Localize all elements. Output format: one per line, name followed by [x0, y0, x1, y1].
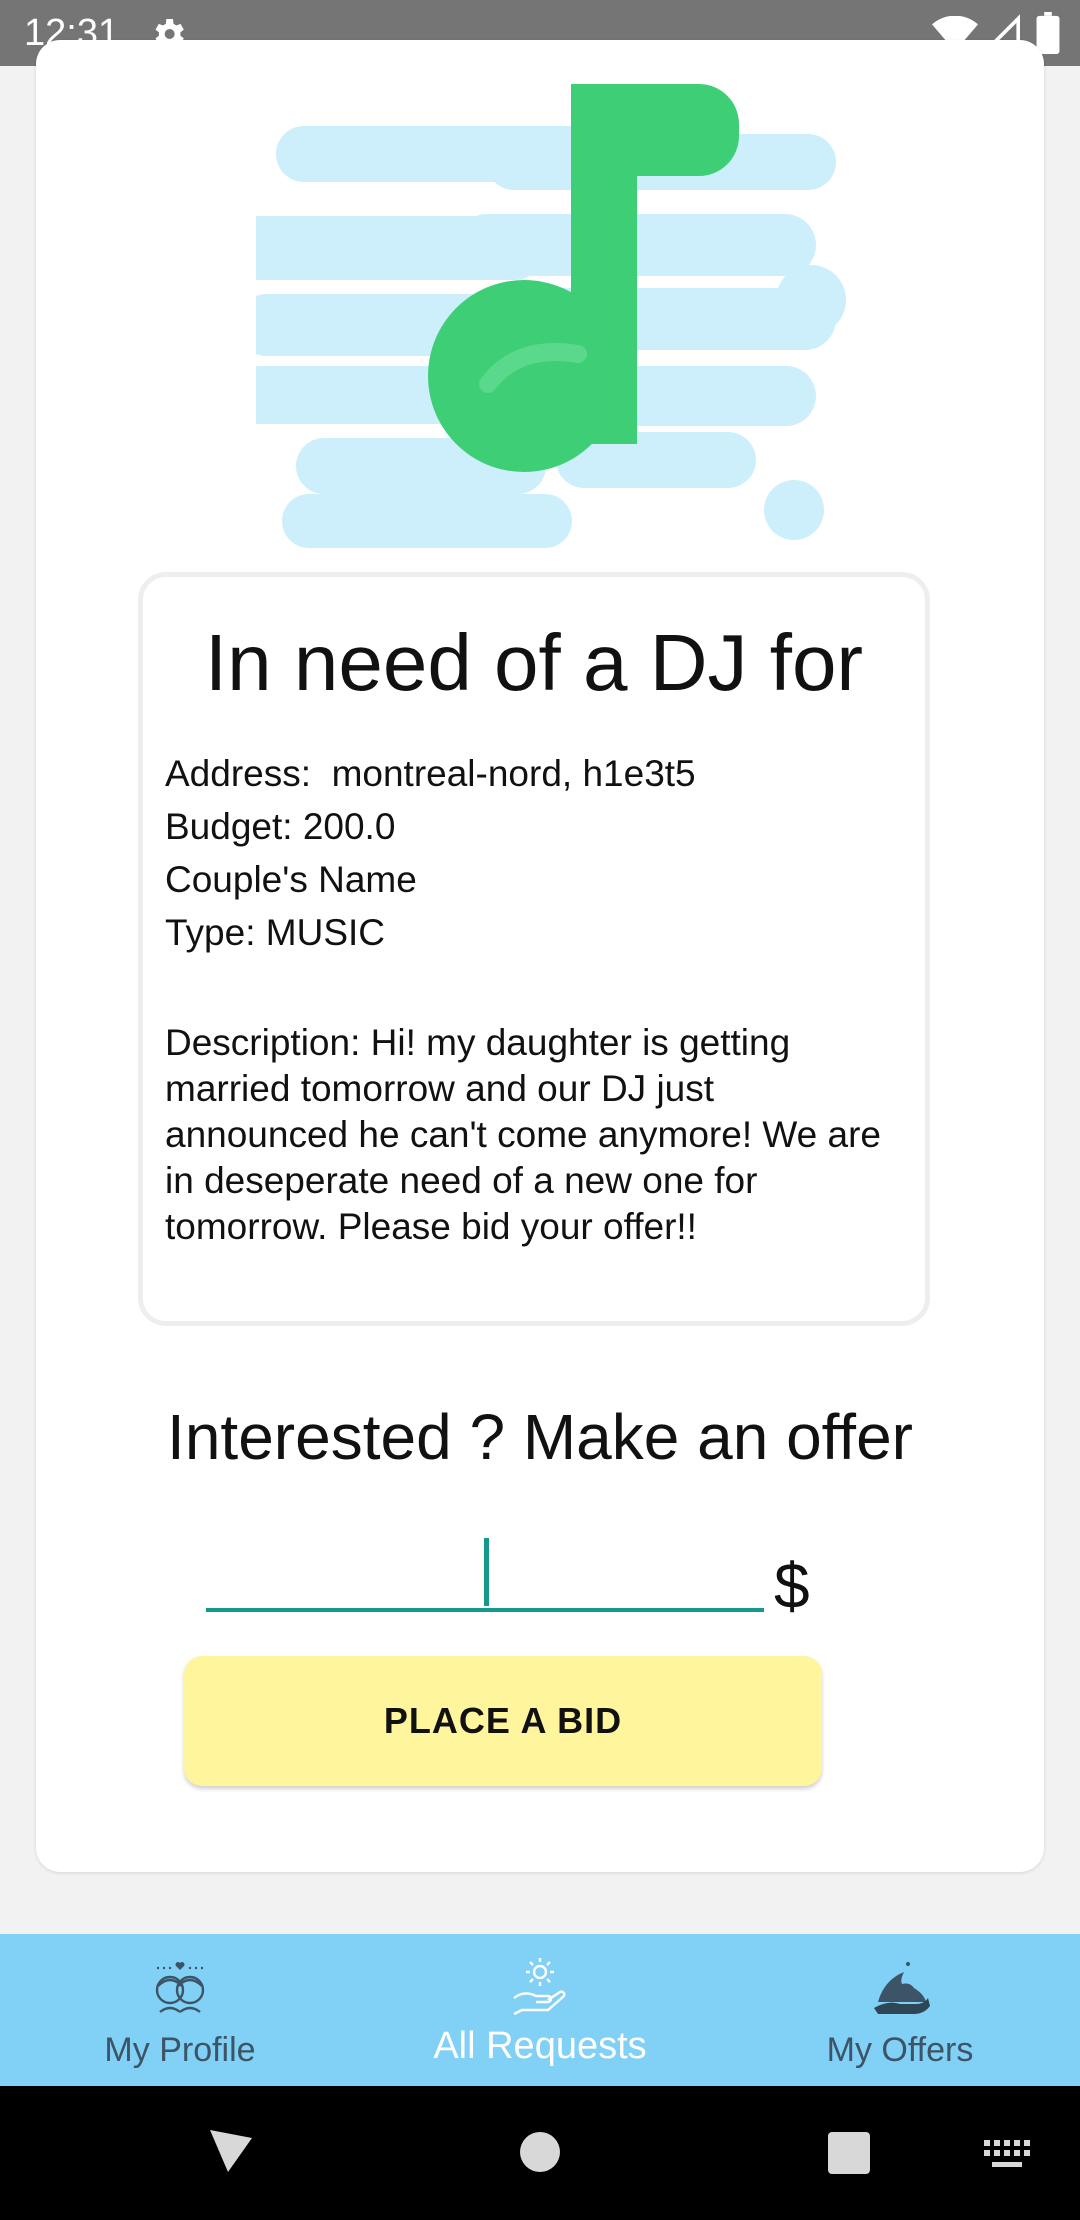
couple-icon: [155, 1962, 205, 2013]
offer-heading: Interested ? Make an offer: [167, 1401, 913, 1473]
nav-all-requests[interactable]: All Requests: [360, 1934, 720, 2086]
description-text: Description: Hi! my daughter is getting …: [165, 1022, 881, 1247]
recents-icon[interactable]: [828, 2132, 870, 2174]
place-bid-button[interactable]: PLACE A BID: [184, 1656, 822, 1786]
budget-text: Budget: 200.0: [165, 806, 396, 847]
nav-my-offers-label: My Offers: [826, 2031, 974, 2069]
hand-gear-icon: [513, 1958, 566, 2016]
keyboard-icon[interactable]: [984, 2140, 1030, 2170]
bottom-navigation: My Profile All Requests My Offers: [0, 1934, 1080, 2086]
request-details: In need of a DJ for Address: montreal-no…: [138, 572, 930, 1326]
home-icon[interactable]: [520, 2132, 560, 2172]
address-text: Address: montreal-nord, h1e3t5: [165, 753, 696, 794]
music-note-illustration: [256, 84, 846, 548]
nav-my-offers[interactable]: My Offers: [720, 1934, 1080, 2086]
nav-my-profile-label: My Profile: [104, 2031, 256, 2069]
request-info: Address: montreal-nord, h1e3t5 Budget: 2…: [165, 747, 696, 959]
request-title: In need of a DJ for: [204, 618, 864, 707]
couple-name-text: Couple's Name: [165, 859, 417, 900]
type-text: Type: MUSIC: [165, 912, 385, 953]
system-navigation-bar: [0, 2086, 1080, 2220]
battery-icon: [1036, 12, 1060, 54]
nav-all-requests-label: All Requests: [433, 2025, 647, 2067]
back-icon[interactable]: [208, 2126, 254, 2176]
nav-my-profile[interactable]: My Profile: [0, 1934, 360, 2086]
hand-shark-icon: [874, 1962, 930, 2014]
currency-symbol: $: [774, 1550, 810, 1622]
text-cursor: [484, 1538, 489, 1606]
